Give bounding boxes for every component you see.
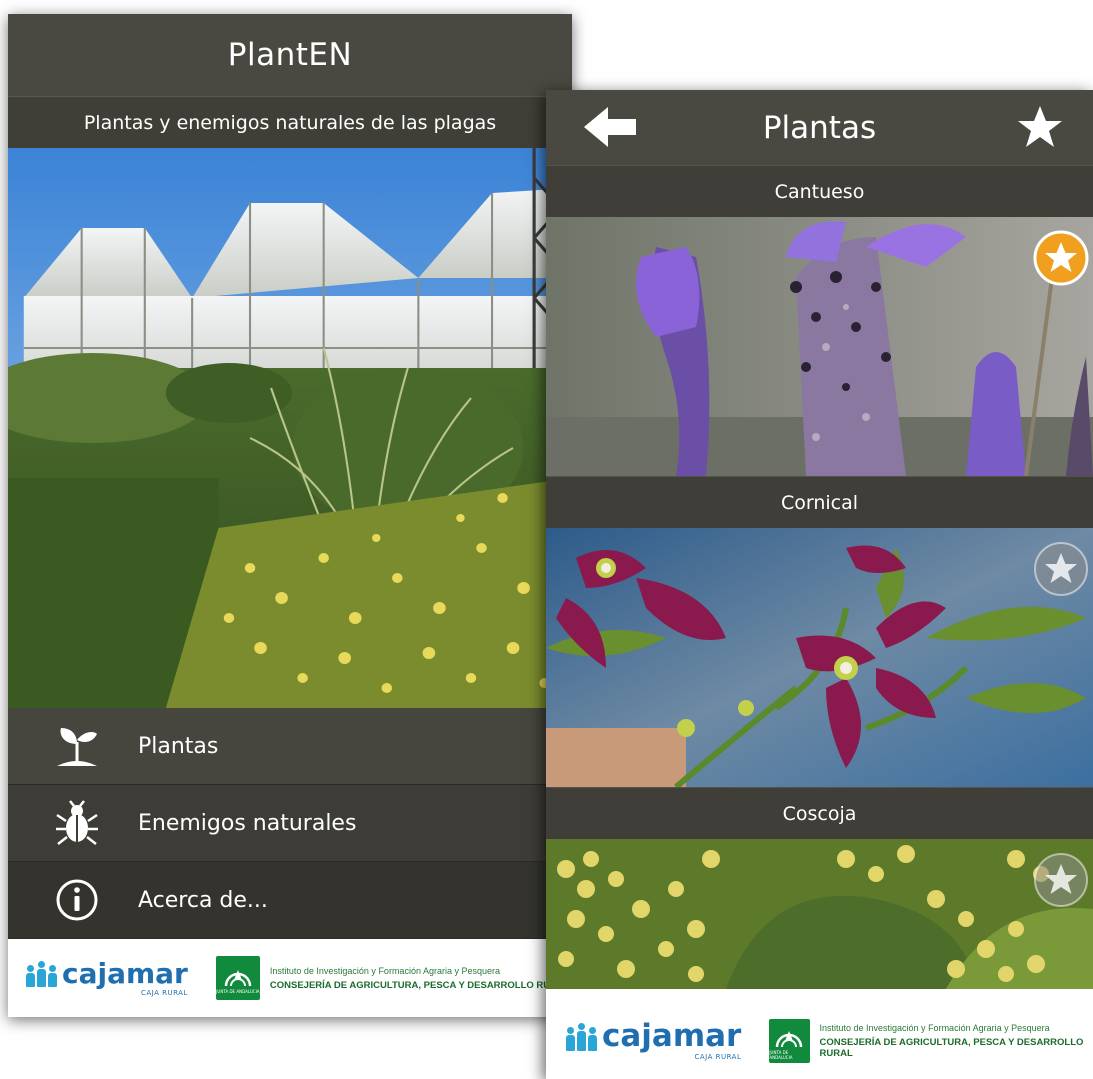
beetle-icon	[48, 799, 106, 847]
favorite-toggle-cantueso[interactable]	[1033, 230, 1089, 286]
plant-name-cornical: Cornical	[546, 476, 1093, 528]
cajamar-logo: cajamar CAJA RURAL	[566, 1021, 741, 1061]
favorite-toggle-cornical[interactable]	[1033, 541, 1089, 597]
junta-logo: JUNTA DE ANDALUCIA Instituto de Investig…	[215, 956, 570, 1000]
junta-line1: Instituto de Investigación y Formación A…	[819, 1023, 1050, 1033]
back-arrow-icon[interactable]	[584, 107, 636, 147]
menu-item-enemigos[interactable]: Enemigos naturales	[8, 785, 572, 862]
cajamar-name: cajamar	[602, 1018, 742, 1054]
menu-item-plantas[interactable]: Plantas	[8, 708, 572, 785]
sponsor-footer-2: cajamar CAJA RURAL JUNTA DE ANDALUCIA In…	[546, 989, 1093, 1079]
menu-label-plantas: Plantas	[138, 733, 219, 759]
junta-line1: Instituto de Investigación y Formación A…	[269, 965, 500, 976]
plant-card-coscoja[interactable]	[546, 839, 1093, 989]
cajamar-tag: CAJA RURAL	[140, 988, 188, 997]
plants-list-screen: Plantas Cantueso Cornical Coscoja cajama…	[546, 90, 1093, 1079]
menu-label-acerca: Acerca de...	[138, 887, 268, 913]
junta-emblem-icon: JUNTA DE ANDALUCIA	[215, 956, 260, 1000]
junta-logo: JUNTA DE ANDALUCIA Instituto de Investig…	[769, 1019, 1093, 1063]
info-icon	[48, 876, 106, 924]
favorite-toggle-coscoja[interactable]	[1033, 852, 1089, 908]
menu-item-acerca[interactable]: Acerca de...	[8, 862, 572, 939]
cajamar-logo: cajamar CAJA RURAL	[26, 956, 188, 997]
menu-label-enemigos: Enemigos naturales	[138, 810, 357, 836]
greenhouse-garden-image	[8, 148, 572, 708]
star-icon[interactable]	[1017, 104, 1063, 150]
sponsor-footer: cajamar CAJA RURAL JUNTA DE ANDALUCIA In…	[8, 939, 572, 1017]
plants-header: Plantas	[546, 90, 1093, 165]
plant-card-cantueso[interactable]	[546, 217, 1093, 476]
cajamar-tag: CAJA RURAL	[694, 1053, 742, 1061]
junta-emblem-text: JUNTA DE ANDALUCIA	[769, 1049, 793, 1060]
cajamar-name: cajamar	[62, 956, 188, 990]
junta-emblem-icon: JUNTA DE ANDALUCIA	[769, 1019, 810, 1063]
plants-title: Plantas	[762, 109, 877, 146]
plant-name-coscoja: Coscoja	[546, 787, 1093, 839]
junta-line2: CONSEJERÍA DE AGRICULTURA, PESCA Y DESAR…	[269, 979, 570, 991]
home-screen: PlantEN Plantas y enemigos naturales de …	[8, 14, 572, 1017]
plant-card-cornical[interactable]	[546, 528, 1093, 787]
junta-emblem-text: JUNTA DE ANDALUCIA	[216, 989, 260, 994]
app-subtitle: Plantas y enemigos naturales de las plag…	[8, 96, 572, 148]
plant-name-cantueso: Cantueso	[546, 165, 1093, 217]
sprout-icon	[48, 722, 106, 770]
app-title: PlantEN	[8, 14, 572, 96]
app-composite: PlantEN Plantas y enemigos naturales de …	[0, 0, 1093, 1079]
junta-line2: CONSEJERÍA DE AGRICULTURA, PESCA Y DESAR…	[819, 1037, 1084, 1059]
